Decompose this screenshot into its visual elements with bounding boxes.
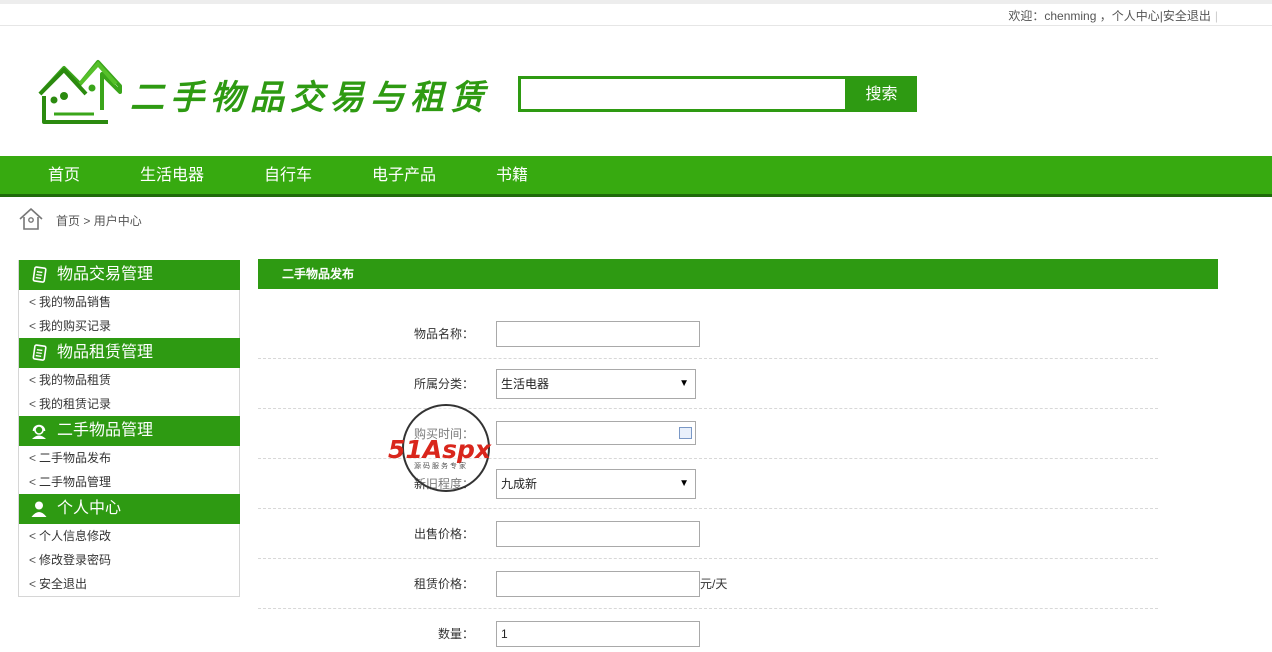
sidebar-item-publish[interactable]: < 二手物品发布 (29, 450, 111, 466)
chevron-left-icon: < (29, 295, 37, 309)
sidebar-item-label: 我的物品租赁 (39, 373, 112, 387)
rent-price-unit: 元/天 (700, 577, 728, 591)
chevron-left-icon: < (29, 553, 37, 567)
sidebar-group-title: 个人中心 (57, 500, 122, 517)
site-title: 二手物品交易与租赁 (130, 78, 490, 118)
chevron-left-icon: < (29, 475, 37, 489)
chevron-left-icon: < (29, 529, 37, 543)
logout-link[interactable]: 安全退出 (1163, 9, 1211, 23)
sidebar-group-title: 二手物品管理 (57, 422, 154, 439)
select-value: 九成新 (501, 477, 538, 491)
sidebar-item-my-sales[interactable]: < 我的物品销售 (29, 294, 111, 310)
sidebar-item-change-password[interactable]: < 修改登录密码 (29, 552, 111, 568)
document-icon (32, 266, 47, 283)
rent-price-input[interactable] (496, 571, 700, 597)
field-label: 购买时间： (413, 427, 474, 441)
sidebar-item-label: 我的租赁记录 (39, 397, 112, 411)
chevron-left-icon: < (29, 451, 37, 465)
search-button[interactable]: 搜索 (846, 76, 917, 112)
breadcrumb-current: 用户中心 (93, 214, 142, 228)
dropdown-arrow-icon: ▼ (679, 378, 689, 389)
user-icon (31, 501, 47, 517)
sidebar-item-label: 二手物品发布 (39, 451, 112, 465)
breadcrumb-home-link[interactable]: 首页 (56, 214, 80, 228)
main-nav: 首页 生活电器 自行车 电子产品 书籍 (0, 156, 1272, 197)
search-input[interactable] (521, 79, 845, 109)
sidebar-item-label: 个人信息修改 (39, 529, 112, 543)
field-label: 物品名称： (413, 327, 474, 341)
sidebar-group-secondhand[interactable]: 二手物品管理 (19, 416, 240, 446)
calendar-icon[interactable] (679, 427, 692, 439)
item-name-input[interactable] (496, 321, 700, 347)
sidebar-item-label: 我的购买记录 (39, 319, 112, 333)
document-icon (32, 344, 47, 361)
buy-date-input[interactable] (496, 421, 696, 445)
user-center-link[interactable]: 个人中心 (1112, 9, 1160, 23)
field-label: 新旧程度： (413, 477, 474, 491)
category-select[interactable]: 生活电器 ▼ (496, 369, 696, 399)
sidebar-item-label: 我的物品销售 (39, 295, 112, 309)
headset-user-icon (32, 424, 46, 439)
form-row-name: 物品名称： (258, 309, 1158, 359)
form-row-rent-price: 租赁价格： 元/天 (258, 559, 1158, 609)
field-label: 出售价格： (413, 527, 474, 541)
top-bar: 欢迎：chenming ，个人中心|安全退出 | (0, 0, 1272, 26)
quantity-input[interactable]: 1 (496, 621, 700, 647)
chevron-left-icon: < (29, 577, 37, 591)
chevron-left-icon: < (29, 397, 37, 411)
welcome-text: 欢迎：chenming ， (1008, 9, 1112, 23)
search-box (518, 76, 848, 112)
sidebar-item-label: 安全退出 (39, 577, 88, 591)
chevron-left-icon: < (29, 373, 37, 387)
sidebar-item-label: 二手物品管理 (39, 475, 112, 489)
sidebar-group-rental[interactable]: 物品租赁管理 (19, 338, 240, 368)
user-links: 欢迎：chenming ，个人中心|安全退出 | (1008, 7, 1218, 24)
breadcrumb: 首页 > 用户中心 (56, 212, 142, 229)
home-icon[interactable] (18, 206, 44, 232)
form-row-buy-date: 购买时间： (258, 409, 1158, 459)
sidebar-item-my-purchases[interactable]: < 我的购买记录 (29, 318, 111, 334)
sidebar-item-edit-profile[interactable]: < 个人信息修改 (29, 528, 111, 544)
field-label: 租赁价格： (413, 577, 474, 591)
form-row-condition: 新旧程度： 九成新 ▼ (258, 459, 1158, 509)
nav-item-appliances[interactable]: 生活电器 (140, 156, 204, 195)
chevron-left-icon: < (29, 319, 37, 333)
condition-select[interactable]: 九成新 ▼ (496, 469, 696, 499)
sidebar-group-personal[interactable]: 个人中心 (19, 494, 240, 524)
sidebar-item-logout[interactable]: < 安全退出 (29, 576, 87, 592)
nav-item-bicycles[interactable]: 自行车 (264, 156, 312, 195)
sidebar: 物品交易管理 < 我的物品销售 < 我的购买记录 物品租赁管理 < 我的物品租赁 < 我… (18, 260, 240, 597)
sidebar-item-label: 修改登录密码 (39, 553, 112, 567)
breadcrumb-separator: > (83, 214, 91, 228)
sidebar-group-title: 物品交易管理 (57, 266, 154, 283)
field-label: 数量： (437, 627, 474, 641)
house-logo-icon[interactable] (36, 58, 122, 128)
separator-tail: | (1214, 9, 1218, 23)
panel-title: 二手物品发布 (258, 259, 1218, 289)
sale-price-input[interactable] (496, 521, 700, 547)
sidebar-item-my-rentals[interactable]: < 我的物品租赁 (29, 372, 111, 388)
sidebar-item-manage[interactable]: < 二手物品管理 (29, 474, 111, 490)
form-row-sale-price: 出售价格： (258, 509, 1158, 559)
select-value: 生活电器 (501, 377, 550, 391)
sidebar-item-rental-records[interactable]: < 我的租赁记录 (29, 396, 111, 412)
form-row-category: 所属分类： 生活电器 ▼ (258, 359, 1158, 409)
form-row-quantity: 数量： 1 (258, 609, 1158, 652)
sidebar-group-title: 物品租赁管理 (57, 344, 154, 361)
nav-item-books[interactable]: 书籍 (496, 156, 528, 195)
sidebar-group-trade[interactable]: 物品交易管理 (19, 260, 240, 290)
nav-item-home[interactable]: 首页 (48, 156, 80, 195)
nav-item-electronics[interactable]: 电子产品 (372, 156, 436, 195)
field-label: 所属分类： (413, 377, 474, 391)
dropdown-arrow-icon: ▼ (679, 478, 689, 489)
